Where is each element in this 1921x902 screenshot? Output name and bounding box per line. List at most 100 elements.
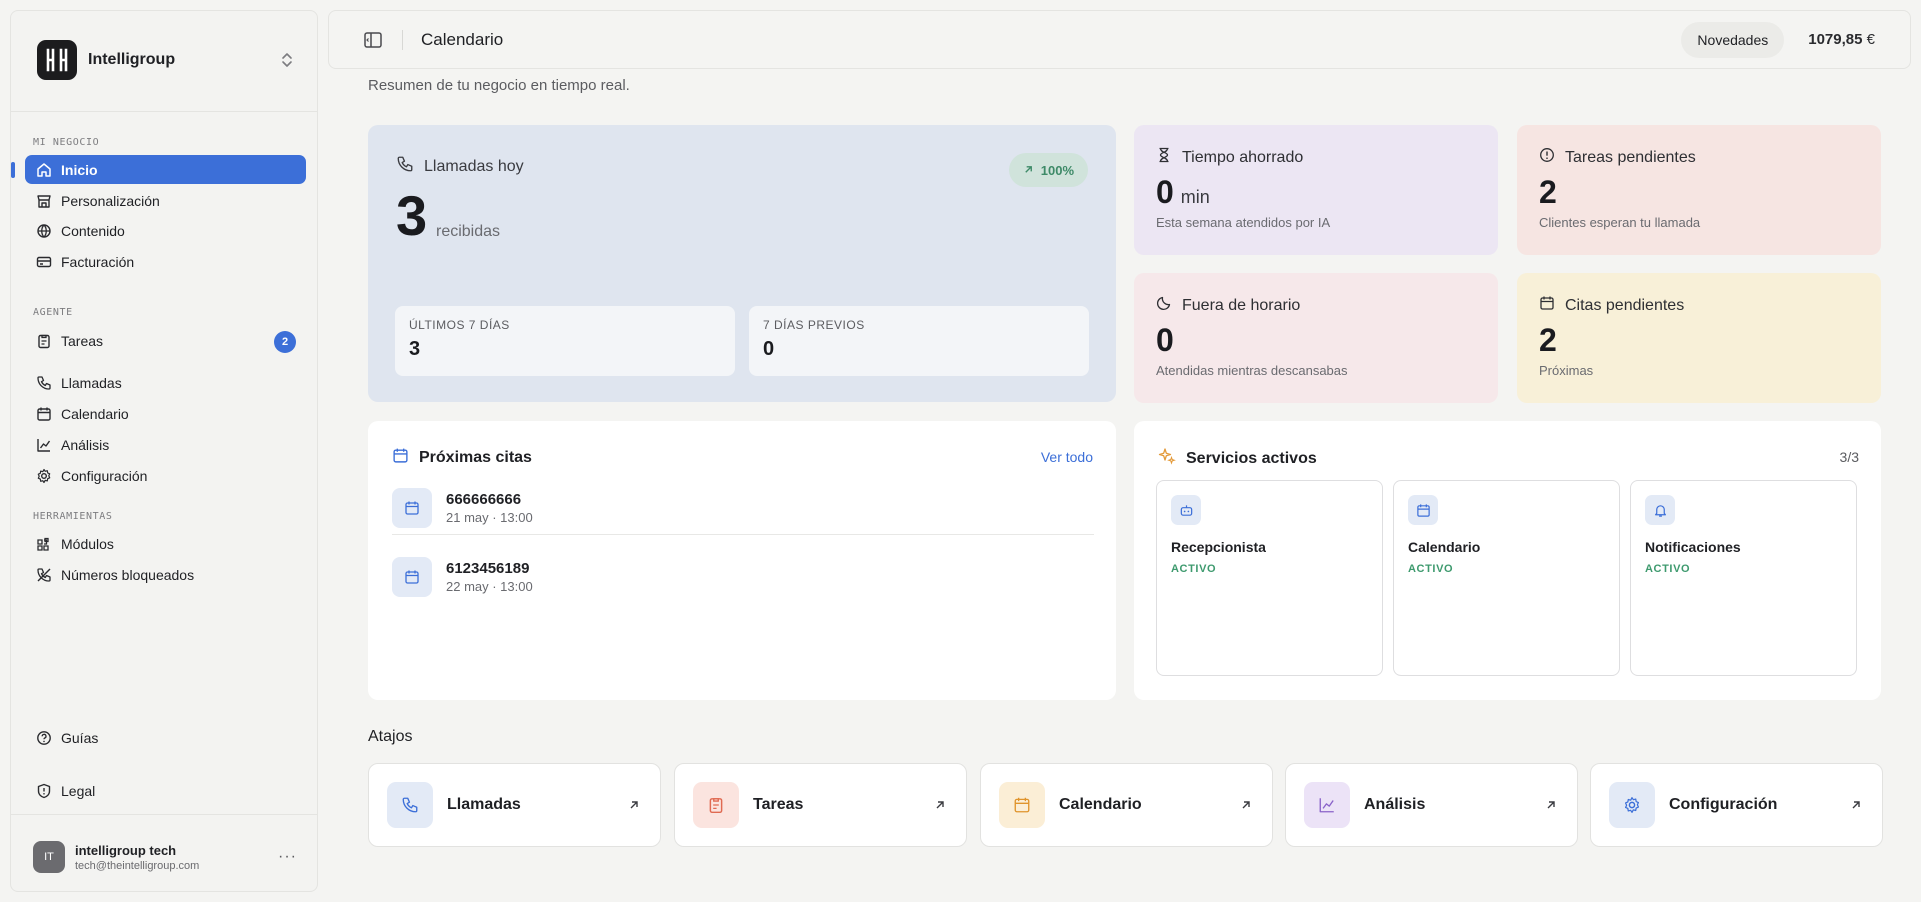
shortcut-llamadas[interactable]: Llamadas [368, 763, 661, 847]
novedades-button[interactable]: Novedades [1681, 21, 1785, 58]
active-indicator [11, 162, 15, 178]
shortcut-label: Calendario [1059, 796, 1142, 813]
arrow-up-right-icon [932, 797, 948, 813]
service-card-notificaciones[interactable]: Notificaciones ACTIVO [1630, 480, 1857, 676]
list-item[interactable]: 666666666 21 may · 13:00 [392, 480, 1094, 536]
trend-badge: 100% [1008, 153, 1088, 187]
sidebar-divider [11, 814, 317, 815]
calendar-icon [392, 447, 409, 469]
sidebar-item-analisis[interactable]: Análisis [25, 430, 306, 459]
user-email: tech@theintelligroup.com [75, 859, 200, 872]
status-badge: ACTIVO [1408, 563, 1454, 575]
sidebar-item-label: Inicio [61, 161, 98, 178]
shortcut-label: Configuración [1669, 796, 1778, 813]
sidebar-item-llamadas[interactable]: Llamadas [25, 368, 306, 397]
list-divider [392, 534, 1094, 535]
calendar-icon [1539, 295, 1555, 316]
ver-todo-link[interactable]: Ver todo [1041, 449, 1093, 465]
store-icon [35, 192, 53, 210]
stat-unit: min [1180, 187, 1210, 207]
section-label-herramientas: HERRAMIENTAS [33, 511, 113, 522]
sidebar-item-contenido[interactable]: Contenido [25, 216, 306, 245]
page-title: Calendario [421, 29, 504, 49]
service-name: Calendario [1408, 539, 1481, 555]
stat-value: 0 [763, 338, 775, 360]
appointment-time: 21 may · 13:00 [446, 510, 533, 525]
tareas-count-badge: 2 [274, 331, 296, 353]
arrow-up-right-icon [626, 797, 642, 813]
section-label-agente: AGENTE [33, 307, 73, 318]
stat-value: 2 [1539, 322, 1557, 358]
clipboard-icon [35, 332, 53, 350]
sidebar-item-personalizacion[interactable]: Personalización [25, 186, 306, 215]
sidebar-item-calendario[interactable]: Calendario [25, 399, 306, 428]
user-menu[interactable]: IT intelligroup tech tech@theintelligrou… [33, 837, 297, 877]
sidebar-item-numeros-bloqueados[interactable]: Números bloqueados [25, 560, 306, 589]
shortcut-tareas[interactable]: Tareas [674, 763, 967, 847]
panel-title: Servicios activos [1186, 449, 1317, 467]
workspace-switcher[interactable]: Intelligroup [37, 39, 297, 81]
sidebar-item-label: Facturación [61, 253, 135, 270]
sidebar: Intelligroup MI NEGOCIO Inicio Personali… [10, 10, 318, 892]
service-card-calendario[interactable]: Calendario ACTIVO [1393, 480, 1620, 676]
stat-label: 7 DÍAS PREVIOS [763, 318, 865, 332]
sidebar-toggle-icon[interactable] [362, 29, 384, 51]
gear-icon [1609, 782, 1655, 828]
balance: 1079,85 € [1808, 31, 1875, 48]
blocks-icon [35, 535, 53, 553]
previous-7-days-box: 7 DÍAS PREVIOS 0 [749, 306, 1089, 376]
sidebar-item-tareas[interactable]: Tareas 2 [25, 326, 306, 355]
gear-icon [35, 467, 53, 485]
header-divider [402, 29, 403, 50]
sidebar-item-label: Personalización [61, 192, 160, 209]
list-item[interactable]: 6123456189 22 may · 13:00 [392, 549, 1094, 605]
calendar-icon [35, 405, 53, 423]
shortcut-configuracion[interactable]: Configuración [1590, 763, 1883, 847]
trend-value: 100% [1040, 162, 1074, 178]
sidebar-item-inicio[interactable]: Inicio [25, 155, 306, 184]
bell-icon [1645, 495, 1675, 525]
credit-card-icon [35, 253, 53, 271]
calendar-icon [392, 557, 432, 597]
alert-circle-icon [1539, 147, 1555, 168]
stat-value: 2 [1539, 174, 1557, 210]
sidebar-item-configuracion[interactable]: Configuración [25, 461, 306, 490]
section-label-mi-negocio: MI NEGOCIO [33, 137, 100, 148]
sidebar-item-facturacion[interactable]: Facturación [25, 247, 306, 276]
panel-title: Próximas citas [419, 449, 532, 466]
sidebar-item-label: Tareas [61, 332, 104, 349]
shortcut-calendario[interactable]: Calendario [980, 763, 1273, 847]
phone-icon [35, 374, 53, 392]
service-card-recepcionista[interactable]: Recepcionista ACTIVO [1156, 480, 1383, 676]
stat-subtitle: Clientes esperan tu llamada [1539, 215, 1701, 230]
status-badge: ACTIVO [1645, 563, 1691, 575]
shortcut-analisis[interactable]: Análisis [1285, 763, 1578, 847]
sidebar-item-label: Módulos [61, 535, 114, 552]
balance-amount: 1079,85 [1808, 31, 1863, 48]
phone-off-icon [35, 566, 53, 584]
tareas-pendientes-card: Tareas pendientes 2 Clientes esperan tu … [1517, 125, 1881, 255]
avatar: IT [33, 841, 65, 873]
proximas-citas-panel: Próximas citas Ver todo 666666666 21 may… [368, 421, 1116, 700]
card-title: Citas pendientes [1565, 296, 1685, 314]
sidebar-item-label: Llamadas [61, 374, 122, 391]
status-badge: ACTIVO [1171, 563, 1217, 575]
sidebar-divider [11, 111, 317, 112]
top-header: Calendario Novedades 1079,85 € [328, 10, 1911, 69]
page-subtitle: Resumen de tu negocio en tiempo real. [368, 77, 630, 94]
last-7-days-box: ÚLTIMOS 7 DÍAS 3 [395, 306, 735, 376]
shortcut-label: Tareas [753, 796, 804, 813]
more-horizontal-icon[interactable]: ··· [278, 848, 297, 866]
sidebar-item-legal[interactable]: Legal [25, 776, 306, 805]
sidebar-item-guias[interactable]: Guías [25, 723, 306, 752]
appointment-time: 22 may · 13:00 [446, 579, 533, 594]
stat-label: ÚLTIMOS 7 DÍAS [409, 318, 510, 332]
sidebar-item-label: Guías [61, 729, 99, 746]
sparkles-icon [1158, 447, 1176, 470]
sidebar-item-label: Legal [61, 782, 96, 799]
stat-value: 0 [1156, 174, 1174, 210]
sidebar-item-modulos[interactable]: Módulos [25, 529, 306, 558]
llamadas-hoy-card: Llamadas hoy 100% 3 recibidas ÚLTIMOS 7 … [368, 125, 1116, 402]
arrow-up-right-icon [1023, 163, 1034, 178]
chevrons-up-down-icon[interactable] [277, 50, 297, 70]
